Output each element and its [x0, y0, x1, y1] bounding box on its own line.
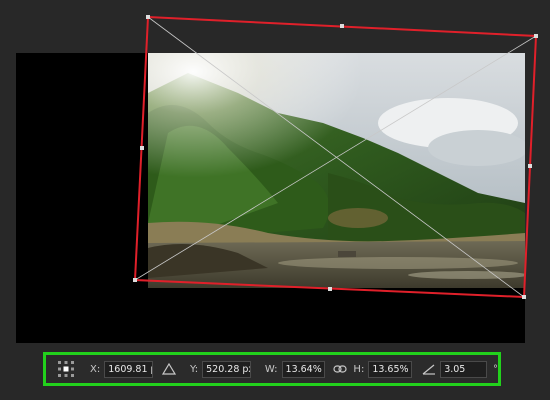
reference-point-grid-icon[interactable]: [56, 360, 76, 378]
transform-handle-bottom-left[interactable]: [133, 278, 137, 282]
y-label: Y:: [189, 363, 199, 375]
degree-symbol: °: [493, 363, 498, 375]
transform-handle-left[interactable]: [140, 146, 144, 150]
transform-diagonal-line: [147, 16, 525, 298]
x-position-input[interactable]: 1609.81 px: [104, 360, 153, 378]
chain-link-icon[interactable]: [333, 364, 348, 374]
delta-triangle-icon[interactable]: [161, 362, 177, 375]
transform-handle-right[interactable]: [528, 164, 532, 168]
transform-handle-bottom-right[interactable]: [522, 295, 526, 299]
transform-handle-top-right[interactable]: [534, 34, 538, 38]
transform-handle-top-left[interactable]: [146, 15, 150, 19]
width-input[interactable]: 13.64%: [281, 360, 326, 378]
rotation-angle-icon: [422, 363, 436, 375]
transform-options-bar: X: 1609.81 px Y: 520.28 px W: 13.64% H: …: [43, 352, 501, 386]
canvas-area[interactable]: [0, 0, 550, 343]
transform-bounding-box[interactable]: [0, 0, 550, 340]
rotation-angle-input[interactable]: 3.05: [440, 360, 487, 378]
width-label: W:: [264, 363, 278, 375]
height-input[interactable]: 13.65%: [368, 360, 413, 378]
y-position-input[interactable]: 520.28 px: [202, 360, 251, 378]
height-label: H:: [353, 363, 365, 375]
transform-handle-top[interactable]: [340, 24, 344, 28]
x-label: X:: [90, 363, 101, 375]
transform-diagonal-line: [134, 35, 537, 281]
transform-handle-bottom[interactable]: [328, 287, 332, 291]
